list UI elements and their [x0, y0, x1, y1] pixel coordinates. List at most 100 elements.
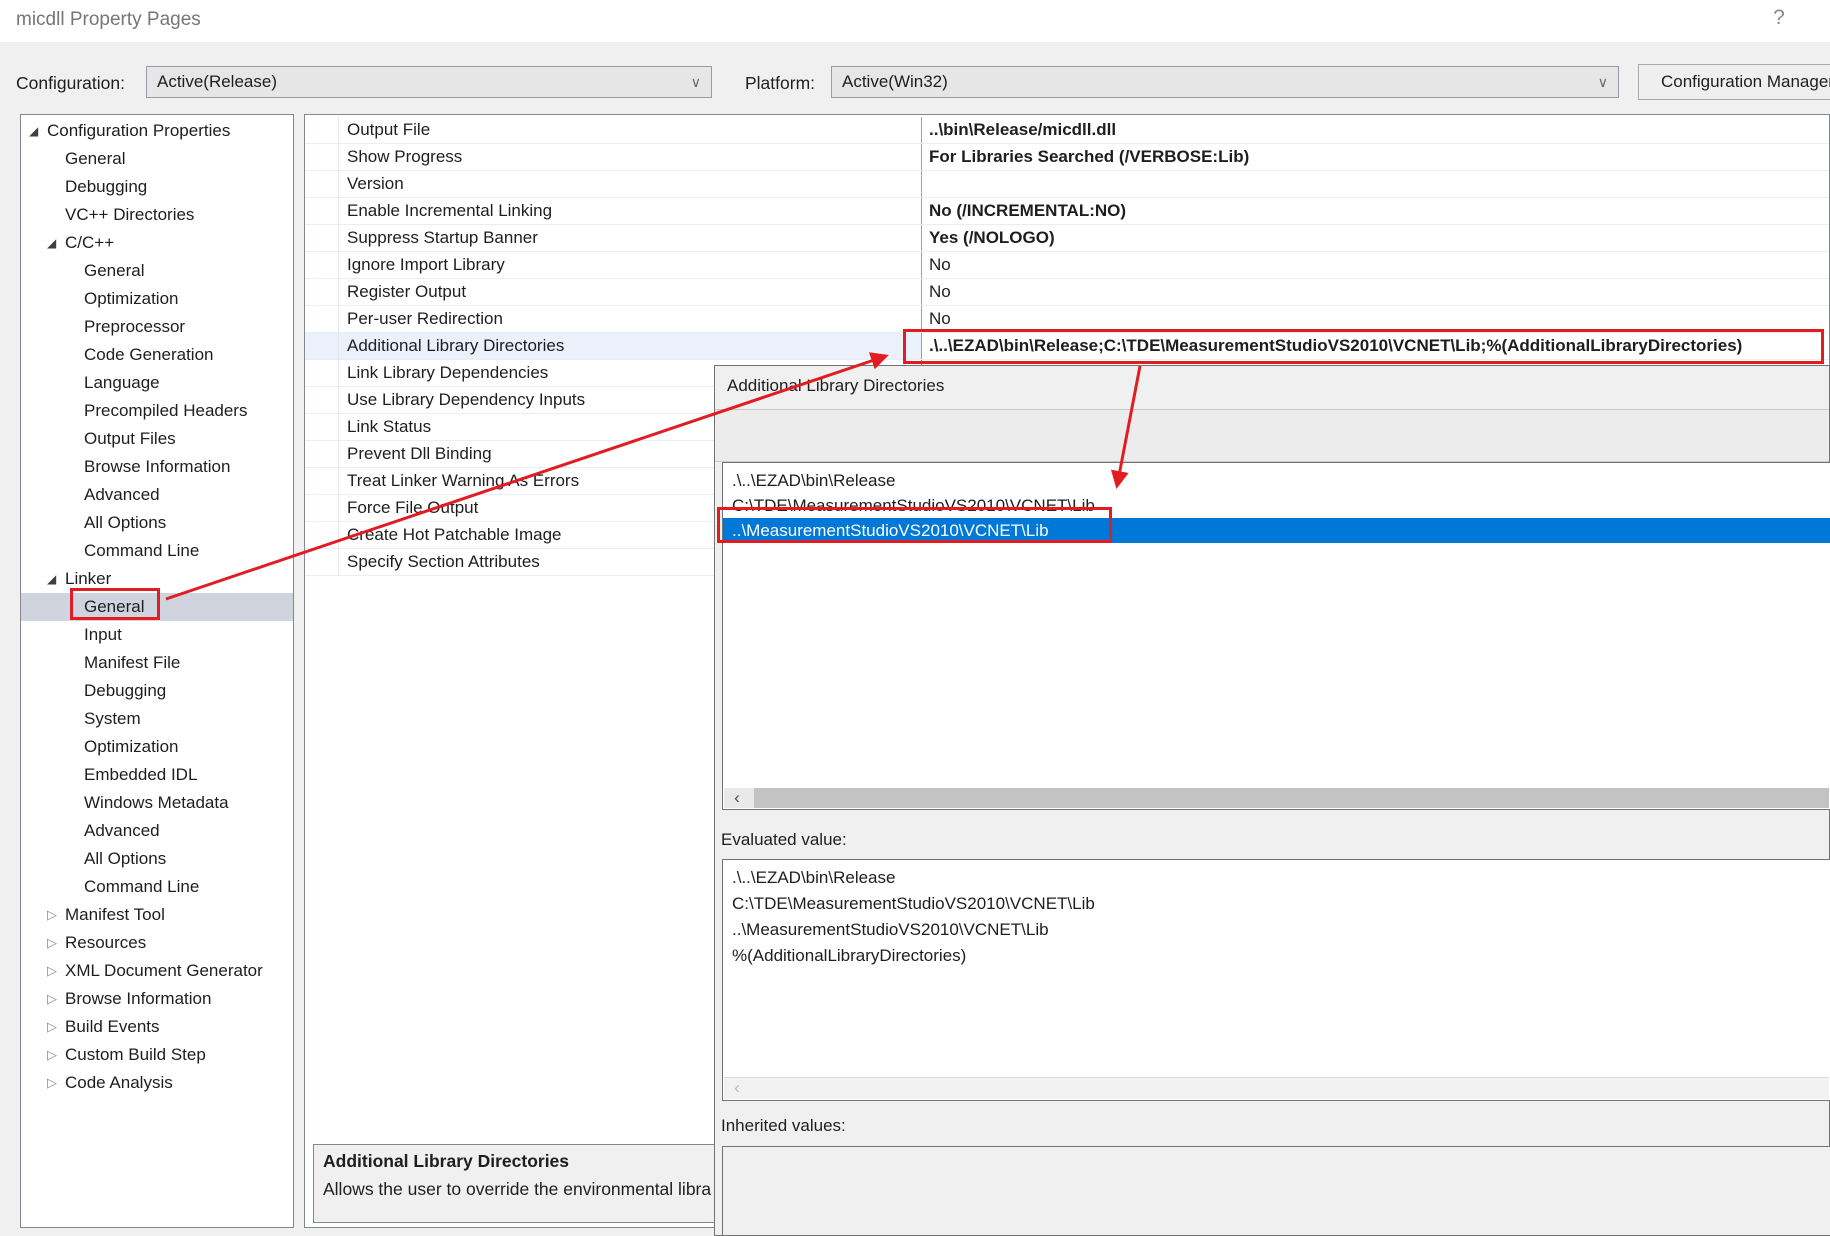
tree-item-configuration-properties[interactable]: ◢Configuration Properties [21, 117, 293, 145]
configuration-manager-button[interactable]: Configuration Manager... [1638, 64, 1830, 100]
tree-item-linker-optimization[interactable]: Optimization [21, 733, 293, 761]
tree-item-cpp-general[interactable]: General [21, 257, 293, 285]
tree-item-browse-information-tool[interactable]: ▷Browse Information [21, 985, 293, 1013]
property-value[interactable]: No [921, 252, 1829, 278]
collapsed-arrow-icon[interactable]: ▷ [47, 1041, 65, 1069]
property-value[interactable]: No [921, 306, 1829, 332]
collapsed-arrow-icon[interactable]: ▷ [47, 1069, 65, 1097]
tree-item-code-analysis[interactable]: ▷Code Analysis [21, 1069, 293, 1097]
property-row-suppress-startup-banner[interactable]: Suppress Startup BannerYes (/NOLOGO) [305, 225, 1829, 252]
additional-library-directories-popup: Additional Library Directories .\..\EZAD… [714, 365, 1830, 1236]
directory-item-selected[interactable]: ..\MeasurementStudioVS2010\VCNET\Lib [723, 518, 1830, 543]
tree-item-code-generation[interactable]: Code Generation [21, 341, 293, 369]
tree-item-label: Code Generation [84, 345, 213, 364]
directory-item[interactable]: C:\TDE\MeasurementStudioVS2010\VCNET\Lib [723, 493, 1830, 518]
collapsed-arrow-icon[interactable]: ▷ [47, 957, 65, 985]
scroll-left-icon[interactable]: ‹ [724, 788, 750, 808]
collapsed-arrow-icon[interactable]: ▷ [47, 929, 65, 957]
property-name[interactable]: Ignore Import Library [305, 252, 921, 278]
tree-item-browse-information[interactable]: Browse Information [21, 453, 293, 481]
tree-item-linker-advanced[interactable]: Advanced [21, 817, 293, 845]
property-name[interactable]: Enable Incremental Linking [305, 198, 921, 224]
tree-item-language[interactable]: Language [21, 369, 293, 397]
property-row-register-output[interactable]: Register OutputNo [305, 279, 1829, 306]
expanded-arrow-icon[interactable]: ◢ [47, 565, 65, 593]
tree-item-embedded-idl[interactable]: Embedded IDL [21, 761, 293, 789]
property-row-additional-library-directories[interactable]: Additional Library Directories.\..\EZAD\… [305, 333, 1829, 360]
help-icon[interactable]: ? [1764, 6, 1794, 30]
tree-item-debugging[interactable]: Debugging [21, 173, 293, 201]
collapsed-arrow-icon[interactable]: ▷ [47, 1013, 65, 1041]
property-name[interactable]: Per-user Redirection [305, 306, 921, 332]
collapsed-arrow-icon[interactable]: ▷ [47, 901, 65, 929]
tree-item-windows-metadata[interactable]: Windows Metadata [21, 789, 293, 817]
configuration-dropdown[interactable]: Active(Release) ∨ [146, 66, 712, 98]
tree-item-linker-debugging[interactable]: Debugging [21, 677, 293, 705]
property-row-show-progress[interactable]: Show ProgressFor Libraries Searched (/VE… [305, 144, 1829, 171]
tree-item-system[interactable]: System [21, 705, 293, 733]
property-value[interactable]: No [921, 279, 1829, 305]
directories-list[interactable]: .\..\EZAD\bin\Release C:\TDE\Measurement… [722, 462, 1830, 810]
grid-indent-line [338, 117, 339, 576]
property-value[interactable]: For Libraries Searched (/VERBOSE:Lib) [921, 144, 1829, 170]
property-row-output-file[interactable]: Output File..\bin\Release/micdll.dll [305, 117, 1829, 144]
tree-item-label: Resources [65, 933, 146, 952]
evaluated-value-box[interactable]: .\..\EZAD\bin\Release C:\TDE\Measurement… [722, 859, 1830, 1101]
property-value[interactable]: .\..\EZAD\bin\Release;C:\TDE\Measurement… [921, 333, 1829, 359]
property-row-ignore-import-library[interactable]: Ignore Import LibraryNo [305, 252, 1829, 279]
tree-item-xml-document-generator[interactable]: ▷XML Document Generator [21, 957, 293, 985]
horizontal-scrollbar-disabled[interactable]: ‹ [724, 1077, 1829, 1099]
tree-item-cpp-command-line[interactable]: Command Line [21, 537, 293, 565]
inherited-values-box[interactable] [722, 1146, 1830, 1236]
property-name[interactable]: Suppress Startup Banner [305, 225, 921, 251]
tree-item-c-cpp[interactable]: ◢C/C++ [21, 229, 293, 257]
tree-item-precompiled-headers[interactable]: Precompiled Headers [21, 397, 293, 425]
popup-title: Additional Library Directories [727, 376, 944, 396]
tree-item-general[interactable]: General [21, 145, 293, 173]
property-value[interactable]: Yes (/NOLOGO) [921, 225, 1829, 251]
tree-item-linker-input[interactable]: Input [21, 621, 293, 649]
property-row-per-user-redirection[interactable]: Per-user RedirectionNo [305, 306, 1829, 333]
property-value[interactable]: No (/INCREMENTAL:NO) [921, 198, 1829, 224]
property-name[interactable]: Version [305, 171, 921, 197]
collapsed-arrow-icon[interactable]: ▷ [47, 985, 65, 1013]
property-name[interactable]: Show Progress [305, 144, 921, 170]
property-row-version[interactable]: Version [305, 171, 1829, 198]
tree-item-cpp-advanced[interactable]: Advanced [21, 481, 293, 509]
directory-item[interactable]: .\..\EZAD\bin\Release [723, 468, 1830, 493]
tree-item-cpp-all-options[interactable]: All Options [21, 509, 293, 537]
scrollbar-thumb[interactable] [754, 788, 1829, 808]
tree-item-output-files[interactable]: Output Files [21, 425, 293, 453]
tree-item-label: Advanced [84, 485, 160, 504]
tree-item-preprocessor[interactable]: Preprocessor [21, 313, 293, 341]
property-row-enable-incremental-linking[interactable]: Enable Incremental LinkingNo (/INCREMENT… [305, 198, 1829, 225]
expanded-arrow-icon[interactable]: ◢ [47, 229, 65, 257]
tree-item-resources[interactable]: ▷Resources [21, 929, 293, 957]
expanded-arrow-icon[interactable]: ◢ [29, 117, 47, 145]
tree-item-vc-directories[interactable]: VC++ Directories [21, 201, 293, 229]
tree-item-manifest-file[interactable]: Manifest File [21, 649, 293, 677]
tree-item-label: Preprocessor [84, 317, 185, 336]
configuration-label: Configuration: [16, 73, 125, 94]
tree-item-linker[interactable]: ◢Linker [21, 565, 293, 593]
property-value[interactable] [921, 171, 1829, 197]
tree-item-label: System [84, 709, 141, 728]
property-name[interactable]: Register Output [305, 279, 921, 305]
scroll-left-icon[interactable]: ‹ [724, 1078, 750, 1098]
tree-item-label: Browse Information [65, 989, 211, 1008]
horizontal-scrollbar[interactable]: ‹ [724, 788, 1829, 808]
tree-item-manifest-tool[interactable]: ▷Manifest Tool [21, 901, 293, 929]
platform-dropdown[interactable]: Active(Win32) ∨ [831, 66, 1619, 98]
tree-item-cpp-optimization[interactable]: Optimization [21, 285, 293, 313]
tree-item-build-events[interactable]: ▷Build Events [21, 1013, 293, 1041]
tree-item-linker-all-options[interactable]: All Options [21, 845, 293, 873]
tree-item-label: Debugging [65, 177, 147, 196]
tree-item-custom-build-step[interactable]: ▷Custom Build Step [21, 1041, 293, 1069]
property-pages-dialog: micdll Property Pages ? Configuration: A… [0, 0, 1830, 1236]
property-name[interactable]: Additional Library Directories [305, 333, 921, 359]
tree-item-linker-command-line[interactable]: Command Line [21, 873, 293, 901]
property-name[interactable]: Output File [305, 117, 921, 143]
tree-item-linker-general[interactable]: General [21, 593, 293, 621]
tree-item-label: Code Analysis [65, 1073, 173, 1092]
property-value[interactable]: ..\bin\Release/micdll.dll [921, 117, 1829, 143]
